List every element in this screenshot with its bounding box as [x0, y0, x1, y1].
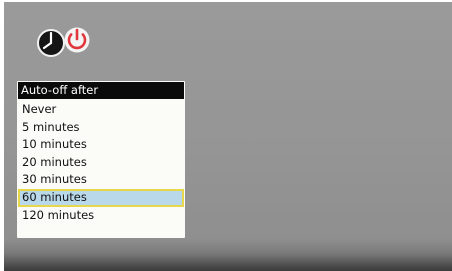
option-never[interactable]: Never — [18, 101, 184, 119]
timer-power-off-icon — [37, 27, 90, 57]
option-5-minutes[interactable]: 5 minutes — [18, 119, 184, 137]
option-20-minutes[interactable]: 20 minutes — [18, 154, 184, 172]
option-120-minutes[interactable]: 120 minutes — [18, 207, 184, 225]
option-10-minutes[interactable]: 10 minutes — [18, 136, 184, 154]
option-30-minutes[interactable]: 30 minutes — [18, 171, 184, 189]
auto-off-menu: Auto-off after Never 5 minutes 10 minute… — [17, 81, 185, 238]
camera-screen: Auto-off after Never 5 minutes 10 minute… — [4, 2, 452, 271]
option-60-minutes[interactable]: 60 minutes — [18, 188, 184, 207]
auto-off-options: Never 5 minutes 10 minutes 20 minutes 30… — [18, 101, 184, 224]
menu-title: Auto-off after — [18, 82, 184, 99]
